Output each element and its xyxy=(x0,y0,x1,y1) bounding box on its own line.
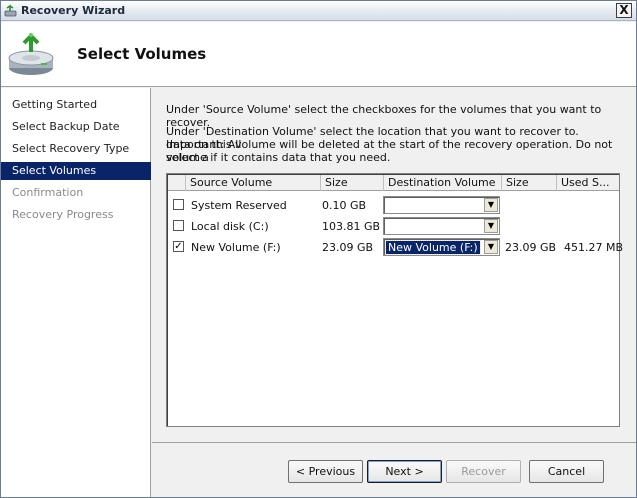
nav-item-select-backup-date[interactable]: Select Backup Date xyxy=(1,118,151,136)
source-volume-cell: System Reserved xyxy=(191,199,287,212)
next-button[interactable]: Next > xyxy=(367,460,442,483)
used-space-cell: 451.27 MB xyxy=(564,241,624,254)
chevron-down-icon[interactable]: ▼ xyxy=(484,219,498,233)
window-title: Recovery Wizard xyxy=(21,4,126,17)
recover-button: Recover xyxy=(446,460,521,483)
page-title: Select Volumes xyxy=(77,45,207,63)
column-header-check xyxy=(168,175,186,191)
checkmark-icon: ✓ xyxy=(174,241,183,252)
row-checkbox[interactable] xyxy=(173,220,184,231)
destination-volume-dropdown[interactable]: ▼ xyxy=(383,196,500,214)
size-cell: 103.81 GB xyxy=(322,220,381,233)
column-header-destination-volume[interactable]: Destination Volume xyxy=(384,175,502,191)
wizard-app-icon xyxy=(4,4,17,17)
volumes-table: Source Volume Size Destination Volume Si… xyxy=(166,173,623,427)
row-checkbox[interactable] xyxy=(173,199,184,210)
title-bar: Recovery Wizard X xyxy=(1,1,636,21)
wizard-step-nav: Getting Started Select Backup Date Selec… xyxy=(1,88,151,497)
table-row: ✓ New Volume (F:) 23.09 GB New Volume (F… xyxy=(168,237,623,258)
nav-item-select-volumes[interactable]: Select Volumes xyxy=(1,162,151,180)
column-header-source-volume[interactable]: Source Volume xyxy=(186,175,321,191)
table-row: Local disk (C:) 103.81 GB ▼ xyxy=(168,216,619,237)
row-checkbox[interactable]: ✓ xyxy=(173,241,184,252)
source-volume-cell: Local disk (C:) xyxy=(191,220,269,233)
source-volume-cell: New Volume (F:) xyxy=(191,241,281,254)
recovery-wizard-window: Recovery Wizard X Select Volumes Getting… xyxy=(0,0,637,498)
chevron-down-icon[interactable]: ▼ xyxy=(484,198,498,212)
destination-volume-value xyxy=(386,199,390,212)
content-pane: Under 'Source Volume' select the checkbo… xyxy=(152,88,636,442)
size-cell: 23.09 GB xyxy=(322,241,374,254)
chevron-down-icon[interactable]: ▼ xyxy=(484,240,498,254)
instruction-destination-line3: volume if it contains data that you need… xyxy=(166,151,391,164)
cancel-button[interactable]: Cancel xyxy=(529,460,604,483)
column-header-dest-size[interactable]: Size xyxy=(502,175,557,191)
disk-recovery-icon xyxy=(8,33,54,75)
table-row: System Reserved 0.10 GB ▼ xyxy=(168,195,619,216)
nav-item-getting-started[interactable]: Getting Started xyxy=(1,96,151,114)
wizard-header: Select Volumes xyxy=(1,22,636,87)
nav-item-recovery-progress: Recovery Progress xyxy=(12,208,114,221)
destination-volume-dropdown[interactable]: ▼ xyxy=(383,217,500,235)
column-header-size[interactable]: Size xyxy=(321,175,384,191)
nav-item-confirmation: Confirmation xyxy=(12,186,84,199)
destination-volume-dropdown[interactable]: New Volume (F:) ▼ xyxy=(383,238,500,256)
table-header: Source Volume Size Destination Volume Si… xyxy=(168,175,619,191)
dest-size-cell: 23.09 GB xyxy=(505,241,557,254)
button-bar: < Previous Next > Recover Cancel xyxy=(152,442,636,497)
destination-volume-value: New Volume (F:) xyxy=(385,240,481,255)
size-cell: 0.10 GB xyxy=(322,199,367,212)
column-header-used-space[interactable]: Used S... xyxy=(557,175,619,191)
nav-item-select-recovery-type[interactable]: Select Recovery Type xyxy=(1,140,151,158)
previous-button[interactable]: < Previous xyxy=(288,460,363,483)
close-button[interactable]: X xyxy=(616,3,632,18)
destination-volume-value xyxy=(386,220,390,233)
